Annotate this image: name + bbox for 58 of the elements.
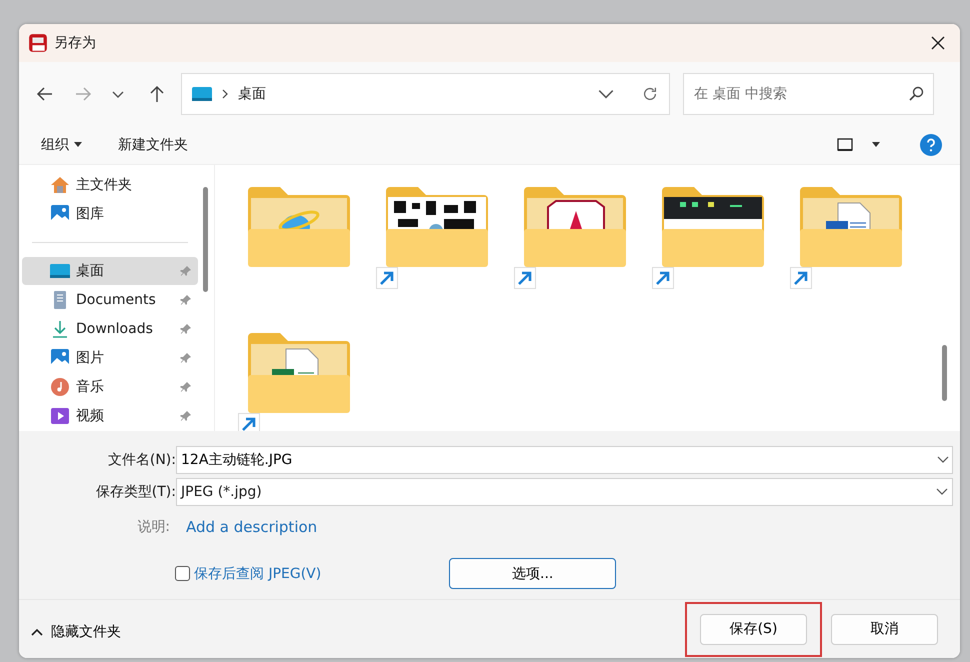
sidebar-item[interactable]: 音乐 <box>22 373 198 401</box>
close-icon <box>931 36 945 50</box>
organize-menu[interactable]: 组织 <box>41 136 82 154</box>
window-title: 另存为 <box>54 34 96 52</box>
desktop-icon <box>192 86 212 102</box>
chevron-down-icon[interactable] <box>937 456 949 464</box>
sidebar-label: Documents <box>76 292 157 308</box>
refresh-icon[interactable] <box>641 84 659 102</box>
sidebar-item[interactable]: 桌面 <box>22 257 198 285</box>
desktop-icon <box>50 261 70 281</box>
chevron-right-icon <box>221 88 229 98</box>
folder-icon[interactable] <box>384 185 490 269</box>
sidebar-item[interactable]: 视频 <box>22 402 198 430</box>
caret-icon <box>74 142 82 147</box>
sidebar-item[interactable]: Downloads <box>22 315 198 343</box>
sidebar-label: 音乐 <box>76 378 105 396</box>
search-icon <box>908 86 924 102</box>
add-description-link[interactable]: Add a description <box>186 518 318 536</box>
path-segment[interactable]: 桌面 <box>238 84 266 102</box>
app-logo-icon <box>28 33 48 53</box>
sidebar-label: 视频 <box>76 407 105 425</box>
help-icon[interactable] <box>920 134 942 156</box>
folder-icon[interactable] <box>522 185 628 269</box>
file-name-field[interactable]: 12A主动链轮.JPG <box>176 446 953 474</box>
file-name-label: 文件名(N): <box>106 451 176 469</box>
sidebar-label: 桌面 <box>76 262 105 280</box>
sidebar-item[interactable]: Documents <box>22 286 198 314</box>
house-icon <box>50 175 70 195</box>
sidebar-label: Downloads <box>76 321 154 337</box>
sidebar-item[interactable]: 图库 <box>22 200 198 228</box>
file-type-dropdown[interactable]: JPEG (*.jpg) <box>176 478 953 506</box>
sidebar-item[interactable]: 主文件夹 <box>22 171 198 199</box>
caret-icon[interactable] <box>872 142 880 147</box>
folder-icon[interactable] <box>798 185 904 269</box>
folder-icon[interactable] <box>660 185 766 269</box>
image-icon <box>50 204 70 224</box>
video-icon <box>50 406 70 426</box>
description-label: 说明: <box>136 518 170 536</box>
file-type-label: 保存类型(T): <box>94 483 176 501</box>
options-button[interactable]: 选项... <box>449 558 616 589</box>
download-icon <box>50 319 70 339</box>
view-after-save-checkbox[interactable]: 保存后查阅 JPEG(V) <box>175 564 322 582</box>
address-bar[interactable]: 桌面 <box>181 72 670 114</box>
checkbox[interactable] <box>175 566 190 581</box>
cancel-button[interactable]: 取消 <box>831 614 938 644</box>
chevron-down-icon[interactable] <box>936 488 948 496</box>
sidebar-label: 图片 <box>76 349 105 367</box>
save-button[interactable]: 保存(S) <box>700 614 807 644</box>
sidebar-item[interactable]: 图片 <box>22 344 198 372</box>
view-icon[interactable] <box>837 138 853 152</box>
new-folder-button[interactable]: 新建文件夹 <box>118 136 188 154</box>
music-note-icon <box>50 377 70 397</box>
image-icon <box>50 348 70 368</box>
sidebar-label: 图库 <box>76 205 105 223</box>
search-field[interactable]: 在 桌面 中搜索 <box>683 72 934 114</box>
hide-folders-button[interactable]: 隐藏文件夹 <box>31 623 121 641</box>
sidebar-label: 主文件夹 <box>76 176 133 194</box>
chevron-up-icon <box>31 628 43 636</box>
